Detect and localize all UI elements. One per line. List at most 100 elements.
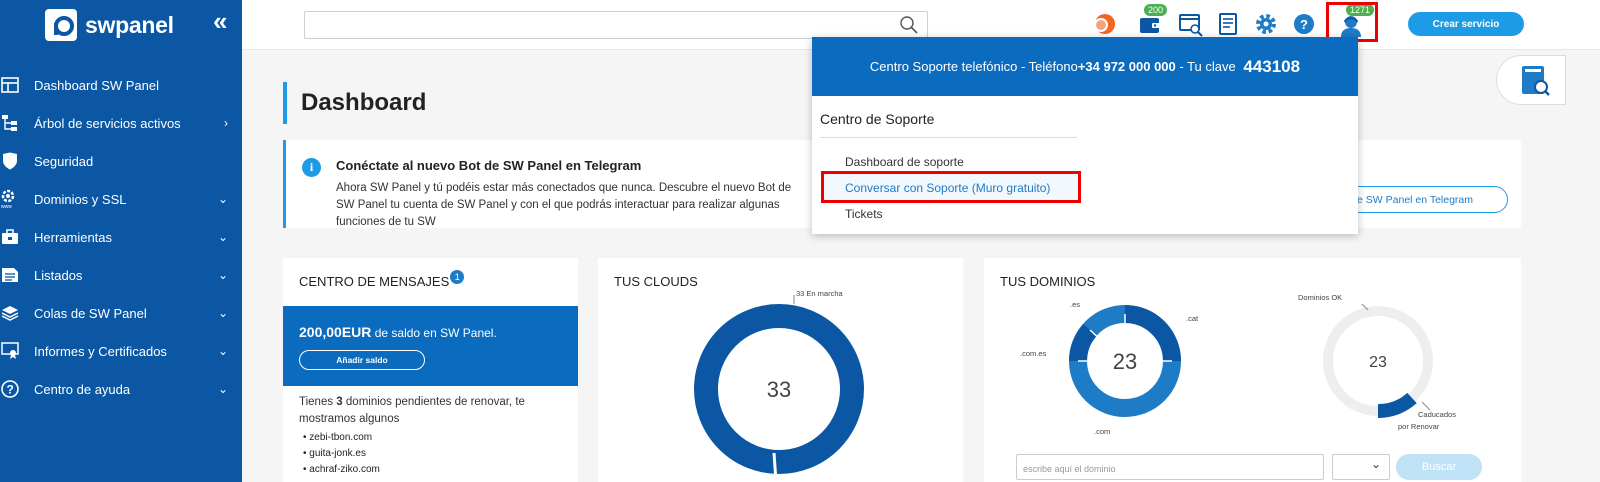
notice-text: Ahora SW Panel y tú podéis estar más con… xyxy=(336,182,792,228)
toolbox-icon xyxy=(0,227,20,247)
user-status-icon[interactable] xyxy=(1092,12,1116,36)
sidebar-item-label: Herramientas xyxy=(34,229,113,245)
sidebar-item-label: Listados xyxy=(34,267,83,283)
quick-search-panel[interactable] xyxy=(1496,55,1566,105)
svg-text:www: www xyxy=(1,204,12,209)
domains-donut-charts[interactable]: 23 23 xyxy=(984,258,1521,482)
pending-renewals-text: Tienes 3 dominios pendientes de renovar,… xyxy=(299,394,559,428)
donut-label: .com xyxy=(1094,427,1111,436)
chevron-down-icon: ⌄ xyxy=(217,306,228,320)
sidebar: swpanel « Dashboard SW Panel Árbol de se… xyxy=(0,0,242,482)
donut-label: 33 En marcha xyxy=(796,289,843,298)
create-service-button[interactable]: Crear servicio xyxy=(1408,12,1524,36)
donut-label: Dominios OK xyxy=(1298,293,1343,302)
header-prefix: Centro Soporte telefónico - Teléfono xyxy=(869,59,1078,74)
menu-item-support-dashboard[interactable]: Dashboard de soporte xyxy=(845,155,964,169)
sidebar-item-label: Árbol de servicios activos xyxy=(34,115,181,131)
pending-domain-list: • zebi-tbon.com • guita-jonk.es • achraf… xyxy=(303,430,380,478)
sidebar-item-listings[interactable]: Listados ⌄ xyxy=(0,256,242,294)
telegram-button[interactable]: e SW Panel en Telegram xyxy=(1346,186,1508,213)
tree-icon xyxy=(0,113,20,133)
sidebar-item-reports[interactable]: Informes y Certificados ⌄ xyxy=(0,332,242,370)
support-dropdown: Centro Soporte telefónico - Teléfono +34… xyxy=(812,37,1358,234)
sidebar-item-dashboard[interactable]: Dashboard SW Panel xyxy=(0,66,242,104)
chevron-down-icon: ⌄ xyxy=(217,344,228,358)
menu-item-chat-support[interactable]: Conversar con Soporte (Muro gratuito) xyxy=(845,181,1050,195)
help-icon: ? xyxy=(0,379,20,399)
chevron-down-icon: ⌄ xyxy=(217,268,228,282)
sidebar-item-security[interactable]: Seguridad xyxy=(0,142,242,180)
expired-segment xyxy=(1377,392,1417,419)
svg-text:?: ? xyxy=(7,383,14,397)
wallet-icon[interactable]: 200 xyxy=(1138,4,1168,36)
search-icon[interactable] xyxy=(899,15,919,35)
domain-search-input[interactable]: escribe aquí el dominio xyxy=(1016,454,1324,480)
invoice-icon[interactable] xyxy=(1216,12,1240,36)
clouds-card: TUS CLOUDS 33 33 En marcha xyxy=(598,258,963,482)
sidebar-item-label: Centro de ayuda xyxy=(34,381,131,397)
clouds-donut-chart[interactable]: 33 xyxy=(598,258,963,482)
list-item[interactable]: • achraf-ziko.com xyxy=(303,462,380,478)
chevron-down-icon: ⌄ xyxy=(217,382,228,396)
list-item[interactable]: • guita-jonk.es xyxy=(303,446,380,462)
clouds-total: 33 xyxy=(767,377,791,402)
support-phone-header: Centro Soporte telefónico - Teléfono +34… xyxy=(812,37,1358,96)
sidebar-item-domains-ssl[interactable]: www Dominios y SSL ⌄ xyxy=(0,180,242,218)
document-search-icon xyxy=(1519,64,1551,103)
chevron-down-icon: ⌄ xyxy=(217,192,228,206)
dashboard-icon xyxy=(0,75,20,95)
domains-total-right: 23 xyxy=(1369,354,1387,371)
logo-icon xyxy=(45,9,77,41)
card-title: CENTRO DE MENSAJES 1 xyxy=(299,270,465,289)
search-input[interactable] xyxy=(304,11,928,39)
shield-icon xyxy=(0,151,20,171)
page-title: Dashboard xyxy=(283,82,426,124)
support-title: Centro de Soporte xyxy=(820,111,935,127)
layers-icon xyxy=(0,303,20,323)
divider xyxy=(820,137,1077,138)
pending-prefix: Tienes xyxy=(299,396,337,408)
sidebar-item-label: Dashboard SW Panel xyxy=(34,77,160,93)
logo[interactable]: swpanel xyxy=(45,8,174,42)
sidebar-nav: Dashboard SW Panel Árbol de servicios ac… xyxy=(0,66,242,408)
logo-text: swpanel xyxy=(85,11,174,38)
highlight-box xyxy=(1326,2,1378,42)
donut-label: .es xyxy=(1070,300,1081,309)
donut-label: .com.es xyxy=(1020,349,1047,358)
domains-donut-segment xyxy=(1069,323,1098,362)
list-item[interactable]: • zebi-tbon.com xyxy=(303,430,380,446)
sidebar-item-tools[interactable]: Herramientas ⌄ xyxy=(0,218,242,256)
sidebar-item-queues[interactable]: Colas de SW Panel ⌄ xyxy=(0,294,242,332)
balance-panel: 200,00EUR de saldo en SW Panel. Añadir s… xyxy=(283,306,578,386)
tld-select[interactable] xyxy=(1332,454,1390,480)
add-balance-button[interactable]: Añadir saldo xyxy=(299,350,425,370)
menu-item-tickets[interactable]: Tickets xyxy=(845,207,883,221)
sidebar-item-label: Colas de SW Panel xyxy=(34,305,147,321)
donut-gap xyxy=(772,452,778,482)
donut-label: por Renovar xyxy=(1398,422,1440,431)
support-phone: +34 972 000 000 xyxy=(1077,59,1176,74)
browser-search-icon[interactable] xyxy=(1178,12,1203,37)
header-mid: - Tu clave xyxy=(1175,59,1240,74)
notice-title: Conéctate al nuevo Bot de SW Panel en Te… xyxy=(336,158,642,173)
gear-www-icon: www xyxy=(0,189,20,209)
messages-title: CENTRO DE MENSAJES xyxy=(299,274,450,289)
donut-label: .cat xyxy=(1186,314,1199,323)
domains-total-left: 23 xyxy=(1113,349,1137,374)
sidebar-item-services-tree[interactable]: Árbol de servicios activos › xyxy=(0,104,242,142)
donut-label: Caducados xyxy=(1418,410,1456,419)
help-icon[interactable]: ? xyxy=(1292,12,1316,36)
domains-card: TUS DOMINIOS 23 23 .es .cat .com.es .com… xyxy=(984,258,1521,482)
sidebar-item-label: Dominios y SSL xyxy=(34,191,127,207)
balance-amount: 200,00EUR xyxy=(299,324,372,340)
sidebar-item-help-center[interactable]: ? Centro de ayuda ⌄ xyxy=(0,370,242,408)
chevron-down-icon: ⌄ xyxy=(217,230,228,244)
balance-suffix: de saldo en SW Panel. xyxy=(371,326,497,340)
collapse-sidebar-icon[interactable]: « xyxy=(213,6,227,37)
wallet-badge: 200 xyxy=(1144,4,1168,16)
sidebar-item-label: Seguridad xyxy=(34,153,94,169)
messages-card: CENTRO DE MENSAJES 1 200,00EUR de saldo e… xyxy=(283,258,578,482)
sidebar-item-label: Informes y Certificados xyxy=(34,343,167,359)
gear-icon[interactable] xyxy=(1254,12,1278,36)
domain-search-button[interactable]: Buscar xyxy=(1396,454,1482,480)
